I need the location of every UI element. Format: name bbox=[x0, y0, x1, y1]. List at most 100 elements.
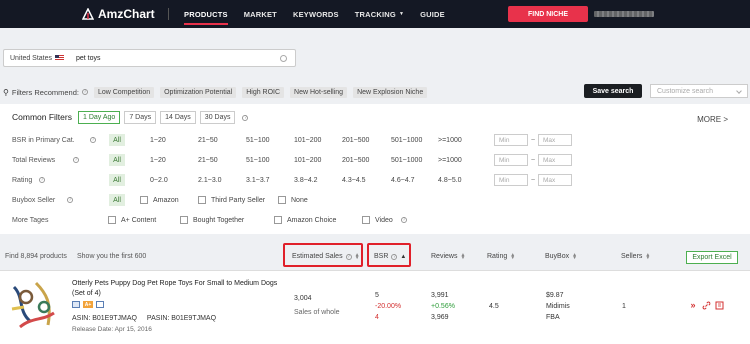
pasin[interactable]: PASIN: B01E9TJMAQ bbox=[147, 315, 216, 322]
filter-option[interactable]: 1~20 bbox=[150, 157, 166, 164]
time-range-tabs: 1 Day Ago 7 Days 14 Days 30 Days ? bbox=[78, 111, 249, 124]
link-icon[interactable] bbox=[701, 300, 711, 310]
chip-new-explosion-niche[interactable]: New Explosion Niche bbox=[353, 86, 428, 98]
double-chevron-right-icon[interactable]: » bbox=[688, 300, 698, 310]
prime-badge-icon bbox=[96, 301, 104, 308]
checkbox-label: Video bbox=[375, 216, 393, 224]
sort-icon[interactable]: ▲ ▼ bbox=[572, 252, 577, 260]
col-rating[interactable]: Rating ▲ ▼ bbox=[487, 252, 515, 260]
checkbox-third-party-seller[interactable] bbox=[198, 196, 206, 204]
col-reviews[interactable]: Reviews ▲ ▼ bbox=[431, 252, 465, 260]
filter-all-button[interactable]: All bbox=[109, 174, 125, 186]
checkbox-video[interactable] bbox=[362, 216, 370, 224]
max-input[interactable]: Max bbox=[538, 174, 572, 186]
max-input[interactable]: Max bbox=[538, 134, 572, 146]
filters-recommend-label: Filters Recommend:? bbox=[12, 88, 88, 97]
min-input[interactable]: Min bbox=[494, 134, 528, 146]
tab-14-days[interactable]: 14 Days bbox=[160, 111, 196, 124]
filter-option[interactable]: 51~100 bbox=[246, 137, 270, 144]
nav-tracking[interactable]: TRACKING ▼ bbox=[355, 0, 404, 28]
filter-option[interactable]: 101~200 bbox=[294, 137, 321, 144]
product-search-bar[interactable]: United States pet toys bbox=[3, 49, 296, 67]
help-icon[interactable]: ? bbox=[81, 89, 88, 95]
highlight-bsr bbox=[367, 243, 411, 267]
filter-option[interactable]: 4.3~4.5 bbox=[342, 177, 366, 184]
tab-1-day-ago[interactable]: 1 Day Ago bbox=[78, 111, 121, 124]
keyword-input[interactable]: pet toys bbox=[76, 55, 295, 62]
chip-low-competition[interactable]: Low Competition bbox=[93, 86, 155, 98]
filter-option[interactable]: 51~100 bbox=[246, 157, 270, 164]
filter-option[interactable]: 1~20 bbox=[150, 137, 166, 144]
min-input[interactable]: Min bbox=[494, 174, 528, 186]
col-label: Reviews bbox=[431, 253, 458, 260]
find-niche-button[interactable]: FIND NICHE bbox=[508, 6, 588, 22]
filter-option[interactable]: 201~500 bbox=[342, 157, 369, 164]
help-icon[interactable]: ? bbox=[90, 137, 96, 143]
min-input[interactable]: Min bbox=[494, 154, 528, 166]
marketplace-select[interactable]: United States bbox=[4, 55, 76, 62]
help-icon[interactable]: ? bbox=[39, 177, 45, 183]
tab-30-days[interactable]: 30 Days bbox=[199, 111, 236, 124]
export-excel-button[interactable]: Export Excel bbox=[686, 251, 738, 264]
checkbox-bought-together[interactable] bbox=[180, 216, 188, 224]
save-search-button[interactable]: Save search bbox=[584, 84, 642, 98]
filter-option[interactable]: 501~1000 bbox=[391, 137, 422, 144]
filter-option[interactable]: 2.1~3.0 bbox=[198, 177, 222, 184]
max-input[interactable]: Max bbox=[538, 154, 572, 166]
product-title[interactable]: Otterly Pets Puppy Dog Pet Rope Toys For… bbox=[72, 279, 282, 299]
sort-icon[interactable]: ▲ ▼ bbox=[460, 252, 465, 260]
nav-products[interactable]: PRODUCTS bbox=[184, 0, 228, 28]
filter-option[interactable]: 201~500 bbox=[342, 137, 369, 144]
filter-option[interactable]: 4.6~4.7 bbox=[391, 177, 415, 184]
filter-option[interactable]: >=1000 bbox=[438, 157, 462, 164]
chip-new-hot-selling[interactable]: New Hot-selling bbox=[290, 86, 348, 98]
buybox-seller[interactable]: Midimis bbox=[546, 303, 570, 310]
help-icon[interactable]: ? bbox=[401, 217, 407, 223]
nav-guide[interactable]: GUIDE bbox=[420, 0, 445, 28]
search-icon[interactable] bbox=[280, 55, 287, 62]
filter-all-button[interactable]: All bbox=[109, 134, 125, 146]
chip-high-roic[interactable]: High ROIC bbox=[242, 86, 285, 98]
nav-keywords[interactable]: KEYWORDS bbox=[293, 0, 339, 28]
favorite-icon[interactable] bbox=[714, 300, 724, 310]
checkbox-amazon-choice[interactable] bbox=[274, 216, 282, 224]
filter-all-button[interactable]: All bbox=[109, 194, 125, 206]
asin[interactable]: ASIN: B01E9TJMAQ bbox=[72, 315, 137, 322]
help-icon[interactable]: ? bbox=[242, 115, 249, 121]
chip-optimization-potential[interactable]: Optimization Potential bbox=[160, 86, 237, 98]
sort-icon[interactable]: ▲ ▼ bbox=[510, 252, 515, 260]
nav-tracking-label: TRACKING bbox=[354, 9, 396, 19]
help-icon[interactable]: ? bbox=[73, 157, 79, 163]
filter-label: Total Reviews bbox=[12, 156, 56, 164]
nav-market[interactable]: MARKET bbox=[244, 0, 277, 28]
help-icon[interactable]: ? bbox=[67, 197, 73, 203]
filter-option[interactable]: 3.8~4.2 bbox=[294, 177, 318, 184]
brand-logo[interactable]: AmzChart bbox=[82, 7, 155, 21]
sort-icon[interactable]: ▲ ▼ bbox=[645, 252, 650, 260]
col-sellers[interactable]: Sellers ▲ ▼ bbox=[621, 252, 650, 260]
checkbox-label: None bbox=[291, 196, 308, 204]
filter-option[interactable]: 0~2.0 bbox=[150, 177, 168, 184]
checkbox-none[interactable] bbox=[278, 196, 286, 204]
checkbox-amazon[interactable] bbox=[140, 196, 148, 204]
customize-search-select[interactable]: Customize search bbox=[650, 84, 748, 98]
found-count: Find 8,894 products bbox=[5, 253, 67, 260]
filter-option[interactable]: 501~1000 bbox=[391, 157, 422, 164]
checkbox-a-plus-content[interactable] bbox=[108, 216, 116, 224]
filter-option[interactable]: 21~50 bbox=[198, 157, 218, 164]
a-plus-badge: A+ bbox=[83, 301, 93, 308]
filter-option[interactable]: 4.8~5.0 bbox=[438, 177, 462, 184]
favorite-glyph bbox=[715, 301, 723, 309]
product-thumbnail[interactable] bbox=[6, 277, 62, 333]
col-buybox[interactable]: BuyBox ▲ ▼ bbox=[545, 252, 577, 260]
more-filters-link[interactable]: MORE > bbox=[697, 115, 728, 124]
filter-all-button[interactable]: All bbox=[109, 154, 125, 166]
tab-7-days[interactable]: 7 Days bbox=[124, 111, 157, 124]
user-account-menu[interactable] bbox=[594, 11, 654, 17]
filter-row-more-tags: More Tages A+ Content Bought Together Am… bbox=[12, 214, 732, 226]
table-row[interactable]: Otterly Pets Puppy Dog Pet Rope Toys For… bbox=[0, 270, 750, 344]
filter-option[interactable]: 21~50 bbox=[198, 137, 218, 144]
filter-option[interactable]: 3.1~3.7 bbox=[246, 177, 270, 184]
filter-option[interactable]: >=1000 bbox=[438, 137, 462, 144]
filter-option[interactable]: 101~200 bbox=[294, 157, 321, 164]
